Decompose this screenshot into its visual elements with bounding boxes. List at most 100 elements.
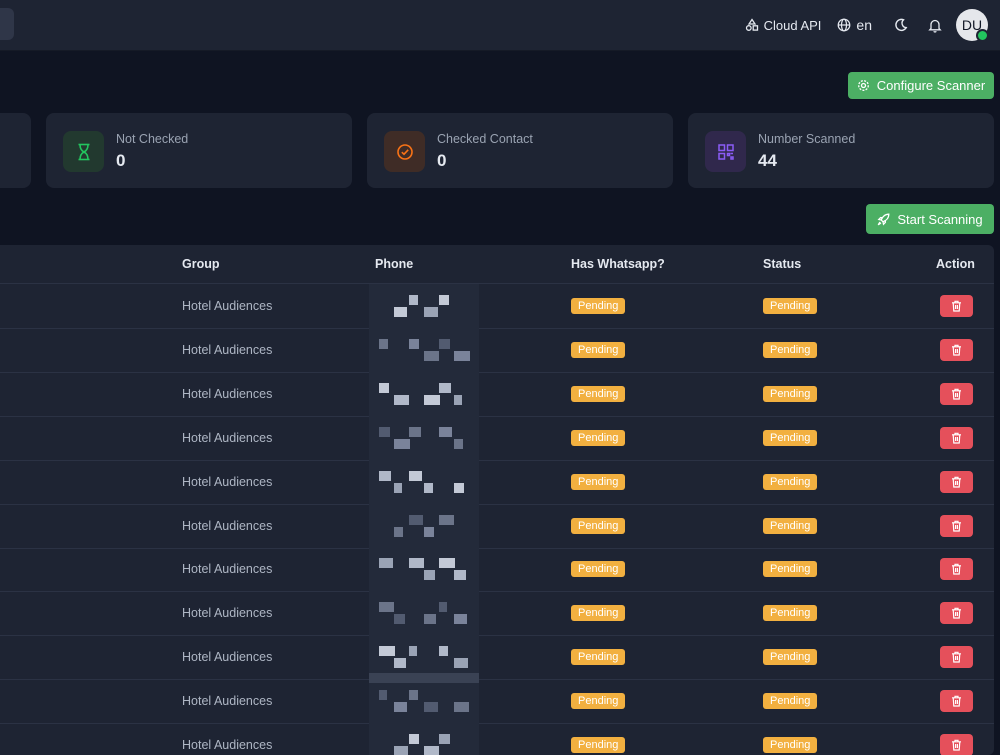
hourglass-icon (78, 143, 89, 160)
phone-pixel (424, 394, 440, 405)
status-badge: Pending (763, 649, 818, 666)
delete-button[interactable] (940, 382, 973, 405)
start-scanning-button[interactable]: Start Scanning (866, 204, 994, 234)
cloud-api-label: Cloud API (763, 17, 822, 33)
contact-phone-redacted (369, 327, 479, 372)
check-circle-icon (396, 143, 413, 160)
phone-pixel (409, 558, 424, 569)
contact-phone-redacted (369, 503, 479, 548)
contact-phone-redacted (369, 459, 479, 504)
status-badge: Pending (763, 385, 818, 402)
column-header-status[interactable]: Status (763, 257, 801, 271)
delete-button[interactable] (940, 514, 973, 537)
moon-icon (895, 18, 908, 32)
stat-icon-box (63, 131, 104, 172)
phone-pixel (454, 658, 468, 669)
language-code: en (856, 17, 872, 33)
table-row: Hotel Audiences Pending Pending (0, 503, 994, 549)
contact-group: Hotel Audiences (182, 694, 273, 709)
phone-pixel (379, 470, 391, 481)
table-row: Hotel Audiences Pending Pending (0, 459, 994, 505)
stat-card-not-checked: Not Checked 0 (46, 113, 352, 188)
configure-scanner-label: Configure Scanner (876, 78, 986, 93)
sidebar-toggle[interactable] (0, 8, 14, 40)
phone-pixel (409, 514, 423, 525)
delete-button[interactable] (940, 646, 973, 669)
phone-pixel (454, 614, 467, 625)
delete-button[interactable] (940, 470, 973, 493)
stat-label: Checked Contact (437, 132, 533, 146)
whatsapp-status-badge: Pending (571, 561, 626, 578)
user-avatar[interactable]: DU (956, 9, 989, 42)
trash-icon (952, 300, 961, 312)
stat-label: Not Checked (116, 132, 189, 146)
bell-icon (928, 19, 942, 33)
phone-pixel (409, 338, 419, 349)
phone-pixel (424, 482, 433, 493)
phone-pixel (439, 514, 454, 525)
theme-toggle[interactable] (894, 18, 908, 32)
whatsapp-status-badge: Pending (571, 517, 626, 534)
top-bar: Cloud API en DU (0, 0, 1000, 51)
column-header-phone[interactable]: Phone (375, 257, 413, 271)
phone-pixel (454, 570, 466, 581)
status-badge: Pending (763, 429, 818, 446)
phone-pixel (409, 646, 417, 657)
cloud-api-link[interactable]: Cloud API (745, 17, 822, 33)
whatsapp-status-badge: Pending (571, 298, 626, 314)
status-badge: Pending (763, 693, 818, 710)
status-badge: Pending (763, 737, 818, 753)
whatsapp-status-badge: Pending (571, 605, 626, 622)
trash-icon (952, 695, 961, 707)
stat-label: Number Scanned (758, 132, 856, 146)
delete-button[interactable] (940, 602, 973, 625)
contact-phone-redacted (369, 415, 479, 460)
phone-pixel (439, 338, 450, 349)
phone-pixel (394, 658, 406, 669)
phone-pixel (439, 646, 448, 657)
phone-pixel (424, 746, 439, 755)
phone-pixel (394, 394, 409, 405)
phone-pixel (394, 307, 407, 317)
table-row: Hotel Audiences Pending Pending (0, 723, 994, 755)
notifications-button[interactable] (928, 18, 942, 33)
phone-pixel (439, 295, 449, 305)
configure-scanner-button[interactable]: Configure Scanner (848, 72, 994, 99)
delete-button[interactable] (940, 690, 973, 713)
status-badge: Pending (763, 298, 818, 314)
delete-button[interactable] (940, 558, 973, 581)
delete-button[interactable] (940, 295, 973, 317)
trash-icon (952, 520, 961, 532)
column-header-action: Action (936, 257, 975, 271)
topbar-actions: Cloud API en DU (745, 0, 989, 50)
contact-group: Hotel Audiences (182, 606, 273, 621)
delete-button[interactable] (940, 338, 973, 361)
phone-pixel (394, 438, 410, 449)
column-header-has-whatsapp[interactable]: Has Whatsapp? (571, 257, 665, 271)
table-row: gHotel AudiencesPendingPending (0, 415, 994, 461)
phone-pixel (454, 482, 464, 493)
table-row: Hotel Audiences Pending Pending (0, 284, 994, 329)
phone-pixel (409, 690, 418, 701)
contact-group: Hotel Audiences (182, 342, 273, 357)
phone-pixel (409, 470, 422, 481)
stat-value: 44 (758, 151, 777, 170)
whatsapp-status-badge: Pending (571, 649, 626, 666)
blurred-phone-strip (369, 673, 479, 683)
gear-icon (857, 80, 869, 91)
trash-icon (952, 432, 961, 444)
phone-pixel (424, 702, 438, 713)
whatsapp-status-badge: Pending (571, 429, 626, 446)
column-header-group[interactable]: Group (182, 257, 220, 271)
contact-phone-redacted (369, 547, 479, 592)
delete-button[interactable] (940, 734, 973, 755)
delete-button[interactable] (940, 426, 973, 449)
contact-group: Hotel Audiences (182, 474, 273, 489)
phone-pixel (454, 702, 469, 713)
table-row: Hotel Audiences Pending Pending (0, 635, 994, 681)
language-switcher[interactable]: en (837, 17, 872, 33)
phone-pixel (454, 350, 470, 361)
whatsapp-status-badge: Pending (571, 737, 626, 753)
phone-pixel (379, 602, 394, 613)
table-row: Hotel Audiences Pending Pending (0, 679, 994, 725)
